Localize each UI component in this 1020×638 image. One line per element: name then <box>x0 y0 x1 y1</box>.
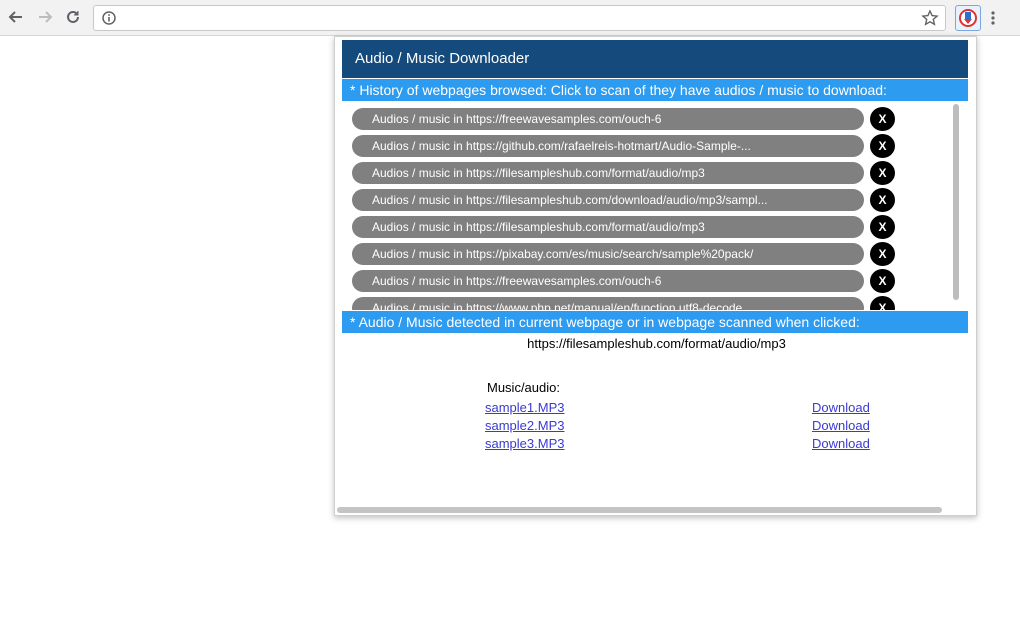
history-list: Audios / music in https://freewavesample… <box>342 104 952 310</box>
download-link[interactable]: Download <box>812 436 870 451</box>
arrow-right-icon[interactable] <box>34 6 56 28</box>
history-scroll-thumb[interactable] <box>953 104 959 300</box>
popup-horizontal-scrollbar[interactable] <box>337 506 942 514</box>
audio-file-link[interactable]: sample3.MP3 <box>485 436 564 451</box>
extension-popup: Audio / Music Downloader * History of we… <box>334 36 977 516</box>
address-bar[interactable] <box>93 5 946 31</box>
popup-title: Audio / Music Downloader <box>342 40 968 78</box>
history-item: Audios / music in https://filesampleshub… <box>352 161 902 185</box>
history-item: Audios / music in https://github.com/raf… <box>352 134 902 158</box>
info-icon[interactable] <box>101 10 117 31</box>
history-header: * History of webpages browsed: Click to … <box>342 79 968 101</box>
history-item-link[interactable]: Audios / music in https://pixabay.com/es… <box>352 243 864 265</box>
extension-icon[interactable] <box>955 5 981 31</box>
remove-history-button[interactable]: X <box>870 215 895 239</box>
reload-icon[interactable] <box>62 6 84 28</box>
history-item-link[interactable]: Audios / music in https://github.com/raf… <box>352 135 864 157</box>
menu-dots-icon[interactable] <box>986 7 1000 29</box>
remove-history-button[interactable]: X <box>870 161 895 185</box>
arrow-left-icon[interactable] <box>5 6 27 28</box>
detected-header: * Audio / Music detected in current webp… <box>342 311 968 333</box>
history-item-link[interactable]: Audios / music in https://freewavesample… <box>352 270 864 292</box>
history-item-link[interactable]: Audios / music in https://filesampleshub… <box>352 216 864 238</box>
history-item-link[interactable]: Audios / music in https://filesampleshub… <box>352 162 864 184</box>
star-icon[interactable] <box>921 9 939 32</box>
audio-file-link[interactable]: sample2.MP3 <box>485 418 564 433</box>
history-item: Audios / music in https://filesampleshub… <box>352 188 902 212</box>
history-scrollbar[interactable] <box>952 104 960 310</box>
history-item-link[interactable]: Audios / music in https://filesampleshub… <box>352 189 864 211</box>
browser-toolbar <box>0 0 1020 36</box>
download-link[interactable]: Download <box>812 418 870 433</box>
history-item: Audios / music in https://filesampleshub… <box>352 215 902 239</box>
history-item-link[interactable]: Audios / music in https://freewavesample… <box>352 108 864 130</box>
remove-history-button[interactable]: X <box>870 269 895 293</box>
history-item: Audios / music in https://freewavesample… <box>352 107 902 131</box>
remove-history-button[interactable]: X <box>870 242 895 266</box>
history-item: Audios / music in https://freewavesample… <box>352 269 902 293</box>
remove-history-button[interactable]: X <box>870 107 895 131</box>
popup-scroll-thumb[interactable] <box>337 507 942 513</box>
remove-history-button[interactable]: X <box>870 188 895 212</box>
history-item-link[interactable]: Audios / music in https://www.php.net/ma… <box>352 297 864 310</box>
audio-file-link[interactable]: sample1.MP3 <box>485 400 564 415</box>
music-label: Music/audio: <box>487 380 560 395</box>
download-link[interactable]: Download <box>812 400 870 415</box>
remove-history-button[interactable]: X <box>870 134 895 158</box>
remove-history-button[interactable]: X <box>870 296 895 310</box>
current-url: https://filesampleshub.com/format/audio/… <box>527 336 786 351</box>
history-item: Audios / music in https://www.php.net/ma… <box>352 296 902 310</box>
history-item: Audios / music in https://pixabay.com/es… <box>352 242 902 266</box>
